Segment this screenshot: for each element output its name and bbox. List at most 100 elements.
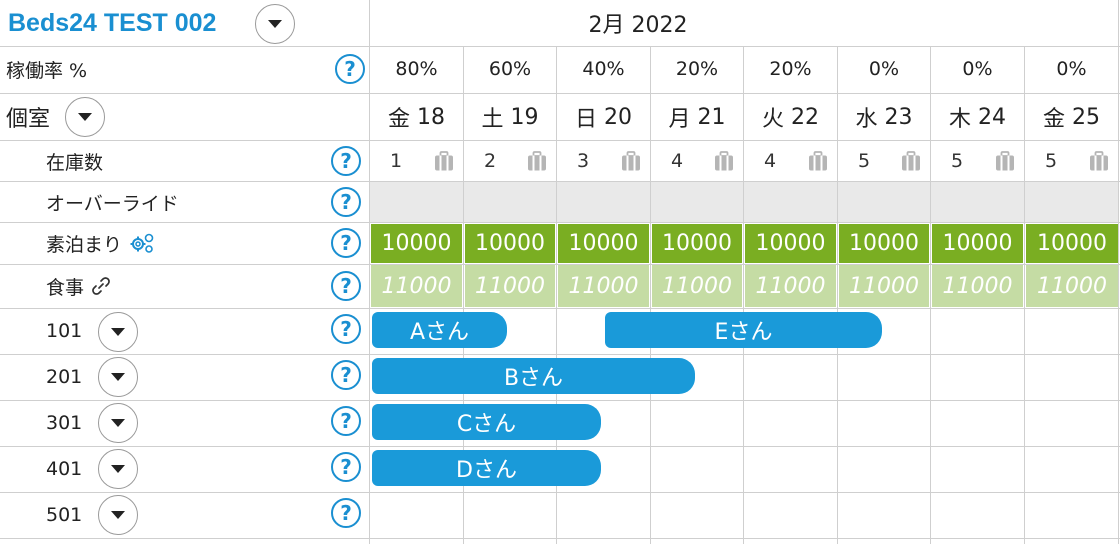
day-header: 金 25: [1025, 95, 1118, 139]
booking-bar[interactable]: Bさん: [372, 358, 695, 394]
override-cell[interactable]: [370, 182, 463, 222]
room-only-price-cell[interactable]: 10000: [558, 224, 649, 263]
inventory-cell[interactable]: 1: [370, 142, 463, 180]
room-only-price-cell[interactable]: 10000: [465, 224, 555, 263]
day-header: 月 21: [651, 95, 743, 139]
override-cell[interactable]: [931, 182, 1024, 222]
gears-icon[interactable]: [128, 231, 156, 255]
inventory-value: 5: [951, 150, 964, 172]
suitcase-icon: [902, 151, 920, 171]
help-icon[interactable]: ?: [331, 271, 361, 301]
chevron-down-icon: [111, 465, 125, 473]
suitcase-icon: [809, 151, 827, 171]
room-number: 401: [46, 458, 83, 480]
help-icon[interactable]: ?: [331, 498, 361, 528]
property-title[interactable]: Beds24 TEST 002: [8, 4, 216, 42]
inventory-value: 1: [390, 150, 403, 172]
help-icon[interactable]: ?: [331, 187, 361, 217]
property-dropdown-button[interactable]: [255, 4, 295, 44]
day-of-week: 金: [1042, 107, 1065, 132]
chevron-down-icon: [268, 20, 282, 28]
meal-price-cell[interactable]: 11000: [1026, 265, 1118, 307]
day-header: 木 24: [931, 95, 1024, 139]
room-type-dropdown-button[interactable]: [65, 97, 105, 137]
help-icon[interactable]: ?: [331, 452, 361, 482]
occupancy-value: 20%: [675, 58, 719, 80]
suitcase-icon: [996, 151, 1014, 171]
inventory-value: 4: [671, 150, 684, 172]
grid-line: [0, 308, 1120, 309]
meal-price-cell[interactable]: 11000: [371, 265, 462, 307]
day-of-week: 水: [855, 107, 878, 132]
meal-label: 食事: [46, 266, 112, 306]
inventory-cell[interactable]: 5: [1025, 142, 1118, 180]
help-icon[interactable]: ?: [335, 54, 365, 84]
inventory-cell[interactable]: 4: [744, 142, 837, 180]
booking-bar[interactable]: Eさん: [605, 312, 882, 348]
room-only-price-cell[interactable]: 10000: [371, 224, 462, 263]
inventory-cell[interactable]: 5: [931, 142, 1024, 180]
booking-bar[interactable]: Cさん: [372, 404, 601, 440]
occupancy-value: 0%: [1056, 58, 1087, 80]
occupancy-value: 60%: [488, 58, 532, 80]
link-icon: [92, 277, 110, 295]
room-dropdown-button[interactable]: [98, 495, 138, 535]
inventory-cell[interactable]: 2: [464, 142, 556, 180]
room-dropdown-button[interactable]: [98, 357, 138, 397]
meal-label-text: 食事: [46, 276, 85, 299]
day-of-week: 日: [574, 107, 597, 132]
override-cell[interactable]: [651, 182, 743, 222]
room-only-price-cell[interactable]: 10000: [932, 224, 1023, 263]
day-date: 21: [697, 104, 726, 130]
room-only-price-cell[interactable]: 10000: [652, 224, 742, 263]
help-icon[interactable]: ?: [331, 406, 361, 436]
help-icon[interactable]: ?: [331, 360, 361, 390]
day-of-week: 月: [668, 107, 691, 132]
room-only-label-text: 素泊まり: [46, 233, 123, 256]
booking-bar[interactable]: Aさん: [372, 312, 507, 348]
room-only-price-cell[interactable]: 10000: [745, 224, 836, 263]
occupancy-label: 稼働率 %: [6, 59, 88, 82]
grid-line: [0, 492, 1120, 493]
help-icon[interactable]: ?: [331, 314, 361, 344]
room-only-price-cell[interactable]: 10000: [1026, 224, 1118, 263]
inventory-value: 4: [764, 150, 777, 172]
help-icon[interactable]: ?: [331, 228, 361, 258]
override-cell[interactable]: [838, 182, 930, 222]
inventory-cell[interactable]: 3: [557, 142, 650, 180]
chevron-down-icon: [111, 419, 125, 427]
booking-bar[interactable]: Dさん: [372, 450, 601, 486]
meal-price-cell[interactable]: 11000: [745, 265, 836, 307]
inventory-value: 3: [577, 150, 590, 172]
meal-price-cell[interactable]: 11000: [932, 265, 1023, 307]
override-label: オーバーライド: [46, 192, 179, 215]
meal-price-cell[interactable]: 11000: [839, 265, 929, 307]
meal-price-cell[interactable]: 11000: [652, 265, 742, 307]
day-header: 日 20: [557, 95, 650, 139]
day-date: 23: [884, 104, 913, 130]
chevron-down-icon: [111, 328, 125, 336]
meal-price-cell[interactable]: 11000: [558, 265, 649, 307]
grid-line: [0, 354, 1120, 355]
meal-price-cell[interactable]: 11000: [465, 265, 555, 307]
room-dropdown-button[interactable]: [98, 312, 138, 352]
suitcase-icon: [528, 151, 546, 171]
chevron-down-icon: [111, 373, 125, 381]
override-cell[interactable]: [1025, 182, 1118, 222]
override-cell[interactable]: [464, 182, 556, 222]
chevron-down-icon: [78, 113, 92, 121]
inventory-cell[interactable]: 5: [838, 142, 930, 180]
override-cell[interactable]: [557, 182, 650, 222]
inventory-cell[interactable]: 4: [651, 142, 743, 180]
occupancy-value: 40%: [582, 58, 625, 80]
suitcase-icon: [1090, 151, 1108, 171]
override-cell[interactable]: [744, 182, 837, 222]
room-dropdown-button[interactable]: [98, 449, 138, 489]
room-only-label: 素泊まり: [46, 224, 156, 262]
room-only-price-cell[interactable]: 10000: [839, 224, 929, 263]
day-of-week: 木: [948, 107, 971, 132]
room-dropdown-button[interactable]: [98, 403, 138, 443]
day-header: 金 18: [370, 95, 463, 139]
day-of-week: 火: [761, 107, 784, 132]
help-icon[interactable]: ?: [331, 146, 361, 176]
